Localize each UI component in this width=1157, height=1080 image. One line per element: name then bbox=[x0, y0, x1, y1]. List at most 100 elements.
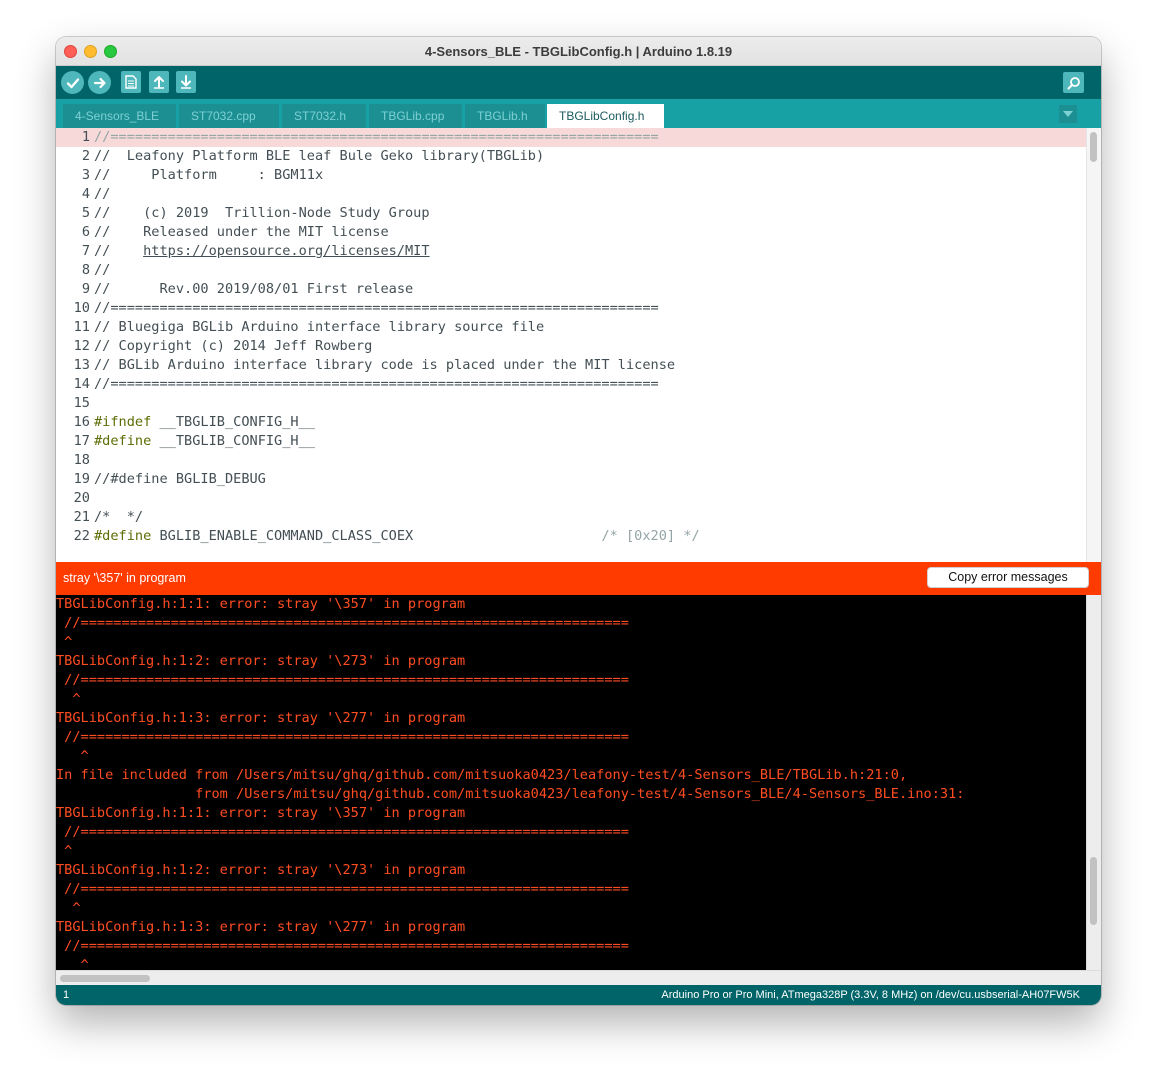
line-number: 5 bbox=[81, 205, 90, 221]
console-line: TBGLibConfig.h:1:1: error: stray '\357' … bbox=[56, 805, 466, 821]
line-number: 18 bbox=[73, 452, 90, 468]
code-text: // Released under the MIT license bbox=[94, 223, 389, 242]
console-line: TBGLibConfig.h:1:1: error: stray '\357' … bbox=[56, 596, 466, 612]
code-token: // Bluegiga BGLib Arduino interface libr… bbox=[94, 319, 545, 335]
line-number: 9 bbox=[81, 281, 90, 297]
console-line: TBGLibConfig.h:1:3: error: stray '\277' … bbox=[56, 919, 466, 935]
console-horizontal-scrollbar-thumb[interactable] bbox=[60, 975, 150, 982]
new-file-icon bbox=[125, 75, 137, 89]
title-bar: 4-Sensors_BLE - TBGLibConfig.h | Arduino… bbox=[56, 37, 1101, 66]
window-title: 4-Sensors_BLE - TBGLibConfig.h | Arduino… bbox=[424, 44, 733, 59]
console-scrollbar-thumb[interactable] bbox=[1090, 857, 1097, 925]
code-line: 16 #ifndef __TBGLIB_CONFIG_H__ bbox=[56, 413, 1086, 432]
line-number: 3 bbox=[81, 167, 90, 183]
code-text: // Leafony Platform BLE leaf Bule Geko l… bbox=[94, 147, 544, 166]
code-token: #define bbox=[94, 433, 152, 449]
line-number: 17 bbox=[73, 433, 90, 449]
code-line: 12// Copyright (c) 2014 Jeff Rowberg bbox=[56, 337, 1086, 356]
code-token: __TBGLIB_CONFIG_H__ bbox=[151, 414, 315, 430]
new-sketch-button[interactable] bbox=[121, 71, 141, 93]
zoom-window-button[interactable] bbox=[104, 45, 117, 58]
arrow-down-icon bbox=[181, 75, 191, 89]
checkmark-icon bbox=[66, 77, 79, 88]
code-token: //======================================… bbox=[94, 300, 659, 316]
toolbar bbox=[56, 66, 1101, 99]
minimize-window-button[interactable] bbox=[84, 45, 97, 58]
license-link[interactable]: https://opensource.org/licenses/MIT bbox=[143, 243, 429, 259]
console-scrollbar-track[interactable] bbox=[1086, 595, 1101, 975]
console-line: ^ bbox=[56, 748, 89, 764]
code-line: 13// BGLib Arduino interface library cod… bbox=[56, 356, 1086, 375]
tab-tbglibconfig-h[interactable]: TBGLibConfig.h bbox=[547, 104, 664, 128]
console-line: ^ bbox=[56, 843, 73, 859]
code-token: //#define BGLIB_DEBUG bbox=[94, 471, 266, 487]
tab-4-sensors-ble[interactable]: 4-Sensors_BLE bbox=[63, 104, 176, 128]
code-token: /* [0x20] */ bbox=[601, 528, 700, 544]
code-text: // Copyright (c) 2014 Jeff Rowberg bbox=[94, 337, 372, 356]
tab-st7032-h[interactable]: ST7032.h bbox=[282, 104, 366, 128]
code-text: // (c) 2019 Trillion-Node Study Group bbox=[94, 204, 430, 223]
code-line: 19//#define BGLIB_DEBUG bbox=[56, 470, 1086, 489]
line-number: 1 bbox=[81, 129, 90, 145]
tab-st7032-cpp[interactable]: ST7032.cpp bbox=[179, 104, 279, 128]
console-output[interactable]: TBGLibConfig.h:1:1: error: stray '\357' … bbox=[56, 595, 1101, 985]
console-horizontal-scrollbar[interactable] bbox=[56, 970, 1101, 985]
triangle-down-icon bbox=[1063, 111, 1073, 117]
save-sketch-button[interactable] bbox=[176, 71, 196, 93]
code-token: __TBGLIB_CONFIG_H__ bbox=[151, 433, 315, 449]
line-number: 11 bbox=[73, 319, 90, 335]
code-token: // Copyright (c) 2014 Jeff Rowberg bbox=[94, 338, 373, 354]
code-token: //======================================… bbox=[94, 129, 659, 145]
code-text: //#define BGLIB_DEBUG bbox=[94, 470, 266, 489]
code-line: 14//====================================… bbox=[56, 375, 1086, 394]
code-token: //======================================… bbox=[94, 376, 659, 392]
console-line: ^ bbox=[56, 691, 81, 707]
open-sketch-button[interactable] bbox=[149, 71, 169, 93]
code-line: 8// bbox=[56, 261, 1086, 280]
code-editor[interactable]: 1//=====================================… bbox=[56, 128, 1101, 587]
close-window-button[interactable] bbox=[64, 45, 77, 58]
code-line: 4// bbox=[56, 185, 1086, 204]
editor-scrollbar-thumb[interactable] bbox=[1090, 132, 1097, 162]
code-text: // Rev.00 2019/08/01 First release bbox=[94, 280, 413, 299]
console-line: ^ bbox=[56, 634, 73, 650]
code-line: 1//=====================================… bbox=[56, 128, 1086, 147]
serial-monitor-button[interactable] bbox=[1063, 72, 1084, 93]
code-line: 5// (c) 2019 Trillion-Node Study Group bbox=[56, 204, 1086, 223]
editor-scrollbar-track[interactable] bbox=[1086, 128, 1101, 587]
console-line: //======================================… bbox=[56, 824, 629, 840]
tab-menu-button[interactable] bbox=[1059, 105, 1077, 123]
code-token: #define bbox=[94, 528, 152, 544]
code-line: 9// Rev.00 2019/08/01 First release bbox=[56, 280, 1086, 299]
line-number: 12 bbox=[73, 338, 90, 354]
code-text: //======================================… bbox=[94, 375, 659, 394]
code-token: // BGLib Arduino interface library code … bbox=[94, 357, 676, 373]
upload-button[interactable] bbox=[88, 71, 111, 94]
verify-button[interactable] bbox=[61, 71, 84, 94]
console-line: //======================================… bbox=[56, 672, 629, 688]
code-token: // bbox=[94, 262, 111, 278]
tab-tbglib-h[interactable]: TBGLib.h bbox=[465, 104, 545, 128]
magnifier-icon bbox=[1067, 76, 1080, 89]
console-line: //======================================… bbox=[56, 729, 629, 745]
code-token: // (c) 2019 Trillion-Node Study Group bbox=[94, 205, 430, 221]
arduino-window: 4-Sensors_BLE - TBGLibConfig.h | Arduino… bbox=[56, 37, 1101, 1005]
status-line-number: 1 bbox=[63, 989, 70, 1001]
arrow-right-icon bbox=[93, 77, 106, 88]
tab-tbglib-cpp[interactable]: TBGLib.cpp bbox=[369, 104, 462, 128]
code-text: // Bluegiga BGLib Arduino interface libr… bbox=[94, 318, 544, 337]
line-number: 13 bbox=[73, 357, 90, 373]
code-token: // bbox=[94, 186, 111, 202]
code-token: // Platform : BGM11x bbox=[94, 167, 324, 183]
line-number: 20 bbox=[73, 490, 90, 506]
code-line: 21/* */ bbox=[56, 508, 1086, 527]
line-number: 14 bbox=[73, 376, 90, 392]
code-token: // Rev.00 2019/08/01 First release bbox=[94, 281, 414, 297]
code-line: 18 bbox=[56, 451, 1086, 470]
code-text: //======================================… bbox=[94, 299, 659, 318]
code-token: #ifndef bbox=[94, 414, 152, 430]
copy-error-messages-button[interactable]: Copy error messages bbox=[927, 567, 1089, 588]
error-bar: stray '\357' in program Copy error messa… bbox=[56, 562, 1101, 595]
line-number: 8 bbox=[81, 262, 90, 278]
code-token: // Released under the MIT license bbox=[94, 224, 389, 240]
